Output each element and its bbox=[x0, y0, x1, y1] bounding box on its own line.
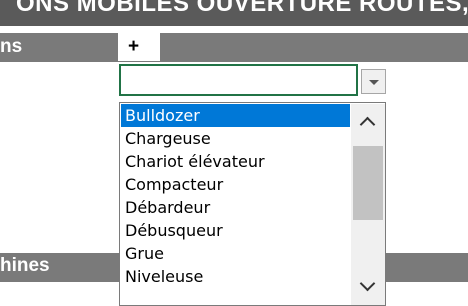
add-button[interactable]: + bbox=[118, 33, 160, 61]
chevron-down-icon bbox=[369, 80, 379, 85]
sheet-title-band: ONS MOBILES OUVERTURE ROUTES, bbox=[0, 0, 468, 26]
list-item[interactable]: Chariot élévateur bbox=[121, 150, 350, 173]
list-item[interactable]: Bulldozer bbox=[121, 104, 350, 127]
list-item[interactable]: Chargeuse bbox=[121, 127, 350, 150]
chevron-down-icon[interactable] bbox=[351, 270, 385, 304]
section-header-top-label: ns bbox=[0, 36, 23, 57]
section-header-top: ns bbox=[0, 33, 468, 62]
combo-input-cell[interactable] bbox=[119, 64, 358, 96]
list-item[interactable]: Débardeur bbox=[121, 196, 350, 219]
dropdown-list[interactable]: Bulldozer Chargeuse Chariot élévateur Co… bbox=[119, 102, 386, 306]
dropdown-options: Bulldozer Chargeuse Chariot élévateur Co… bbox=[121, 104, 350, 288]
scrollbar-thumb[interactable] bbox=[353, 146, 383, 220]
list-item[interactable]: Niveleuse bbox=[121, 265, 350, 288]
sheet-title: ONS MOBILES OUVERTURE ROUTES, bbox=[16, 0, 468, 17]
list-item[interactable]: Débusqueur bbox=[121, 219, 350, 242]
list-item[interactable]: Grue bbox=[121, 242, 350, 265]
chevron-up-icon[interactable] bbox=[351, 104, 385, 138]
section-header-bottom-label: hines bbox=[0, 255, 50, 276]
combo-dropdown-button[interactable] bbox=[361, 69, 386, 94]
dropdown-scrollbar[interactable] bbox=[351, 104, 385, 305]
list-item[interactable]: Compacteur bbox=[121, 173, 350, 196]
